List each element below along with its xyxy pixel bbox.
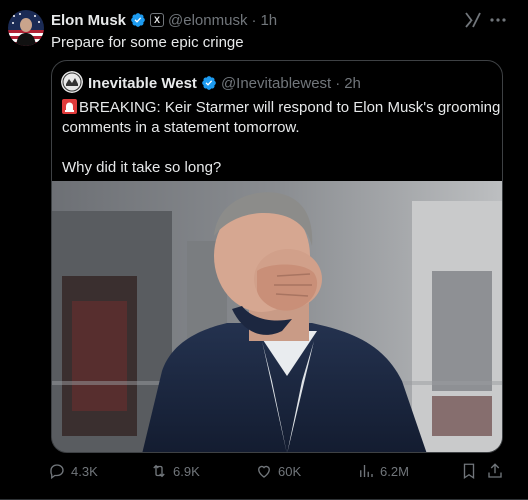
more-icon[interactable] bbox=[489, 11, 507, 29]
author-header: Elon Musk X @elonmusk · 1h bbox=[51, 10, 277, 30]
quoted-text-line-4: Why did it take so long? bbox=[62, 159, 222, 176]
quoted-post[interactable]: Inevitable West @Inevitablewest · 2h BRE… bbox=[51, 60, 503, 453]
author-name[interactable]: Elon Musk bbox=[51, 12, 126, 29]
views-button[interactable]: 6.2M bbox=[357, 460, 409, 482]
grok-icon[interactable] bbox=[464, 11, 482, 29]
reply-icon bbox=[50, 464, 64, 480]
share-icon bbox=[488, 463, 502, 478]
author-handle[interactable]: @elonmusk bbox=[168, 12, 247, 29]
quoted-author-handle[interactable]: @Inevitablewest bbox=[221, 75, 331, 92]
quoted-post-time[interactable]: 2h bbox=[344, 75, 361, 92]
separator: · bbox=[335, 74, 341, 92]
quoted-text-line: BREAKING: Keir Starmer will respond to E… bbox=[62, 98, 502, 118]
views-count: 6.2M bbox=[380, 463, 409, 479]
bookmark-button[interactable] bbox=[460, 460, 478, 482]
reply-button[interactable]: 4.3K bbox=[48, 460, 98, 482]
repost-icon bbox=[153, 464, 165, 478]
like-icon bbox=[258, 465, 270, 478]
repost-count: 6.9K bbox=[173, 463, 200, 479]
verified-badge-icon[interactable] bbox=[201, 75, 217, 91]
siren-icon bbox=[62, 99, 77, 114]
repost-button[interactable]: 6.9K bbox=[150, 460, 200, 482]
post-text: Prepare for some epic cringe bbox=[51, 34, 244, 51]
quoted-text-blank-line bbox=[62, 138, 494, 158]
quoted-post-text: BREAKING: Keir Starmer will respond to E… bbox=[62, 98, 502, 178]
action-bar: 4.3K 6.9K 60K 6.2M bbox=[48, 460, 508, 482]
quoted-text-line-2: comments in a statement tomorrow. bbox=[62, 119, 300, 136]
x-affiliate-badge-icon: X bbox=[150, 13, 165, 27]
reply-count: 4.3K bbox=[71, 463, 98, 479]
like-button[interactable]: 60K bbox=[255, 460, 301, 482]
quoted-author-name[interactable]: Inevitable West bbox=[88, 75, 197, 92]
share-button[interactable] bbox=[486, 460, 504, 482]
verified-badge-icon[interactable] bbox=[130, 12, 146, 28]
quoted-author-header: Inevitable West @Inevitablewest · 2h bbox=[88, 73, 361, 93]
post-time[interactable]: 1h bbox=[260, 12, 277, 29]
bookmark-icon bbox=[463, 463, 475, 480]
like-count: 60K bbox=[278, 463, 302, 479]
quoted-text-line-1: BREAKING: Keir Starmer will respond to E… bbox=[79, 99, 503, 116]
views-icon bbox=[360, 465, 373, 477]
quoted-author-avatar[interactable] bbox=[61, 71, 83, 93]
post[interactable]: Elon Musk X @elonmusk · 1h Prepare for s… bbox=[0, 0, 528, 500]
quoted-post-image[interactable] bbox=[52, 181, 502, 452]
separator: · bbox=[251, 11, 257, 29]
author-avatar[interactable] bbox=[8, 10, 44, 46]
